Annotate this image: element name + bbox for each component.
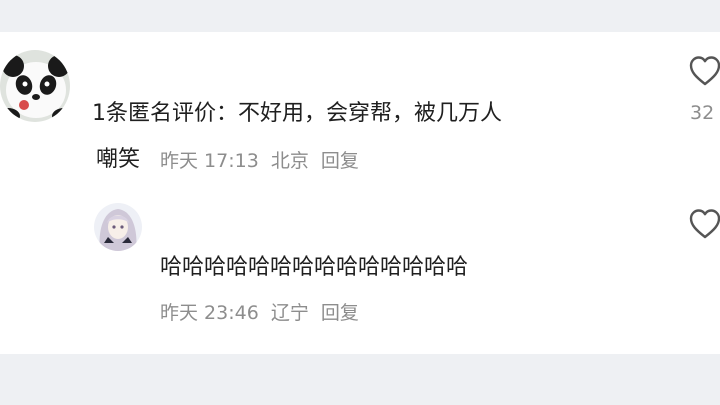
reply-location: 辽宁 [270,302,309,324]
comment-time: 昨天 17:13 [160,150,259,172]
reply-meta: 昨天 23:46 辽宁 回复 [160,300,365,326]
heart-icon[interactable] [688,207,720,241]
comment-meta: 昨天 17:13 北京 回复 [160,148,365,174]
heart-icon[interactable] [688,54,720,88]
comment-text: 1条匿名评价：不好用，会穿帮，被几万人 [92,101,502,126]
reply-button[interactable]: 回复 [321,302,359,324]
panda-avatar-icon[interactable] [0,50,70,122]
comment-location: 北京 [270,150,309,172]
like-count: 32 [690,102,715,124]
anime-girl-avatar-icon[interactable] [94,203,142,251]
reply-button[interactable]: 回复 [321,150,359,172]
reply-text: 哈哈哈哈哈哈哈哈哈哈哈哈哈哈 [160,255,469,280]
reply-time: 昨天 23:46 [160,302,259,324]
comment-text-continued: 嘲笑 [96,147,141,172]
